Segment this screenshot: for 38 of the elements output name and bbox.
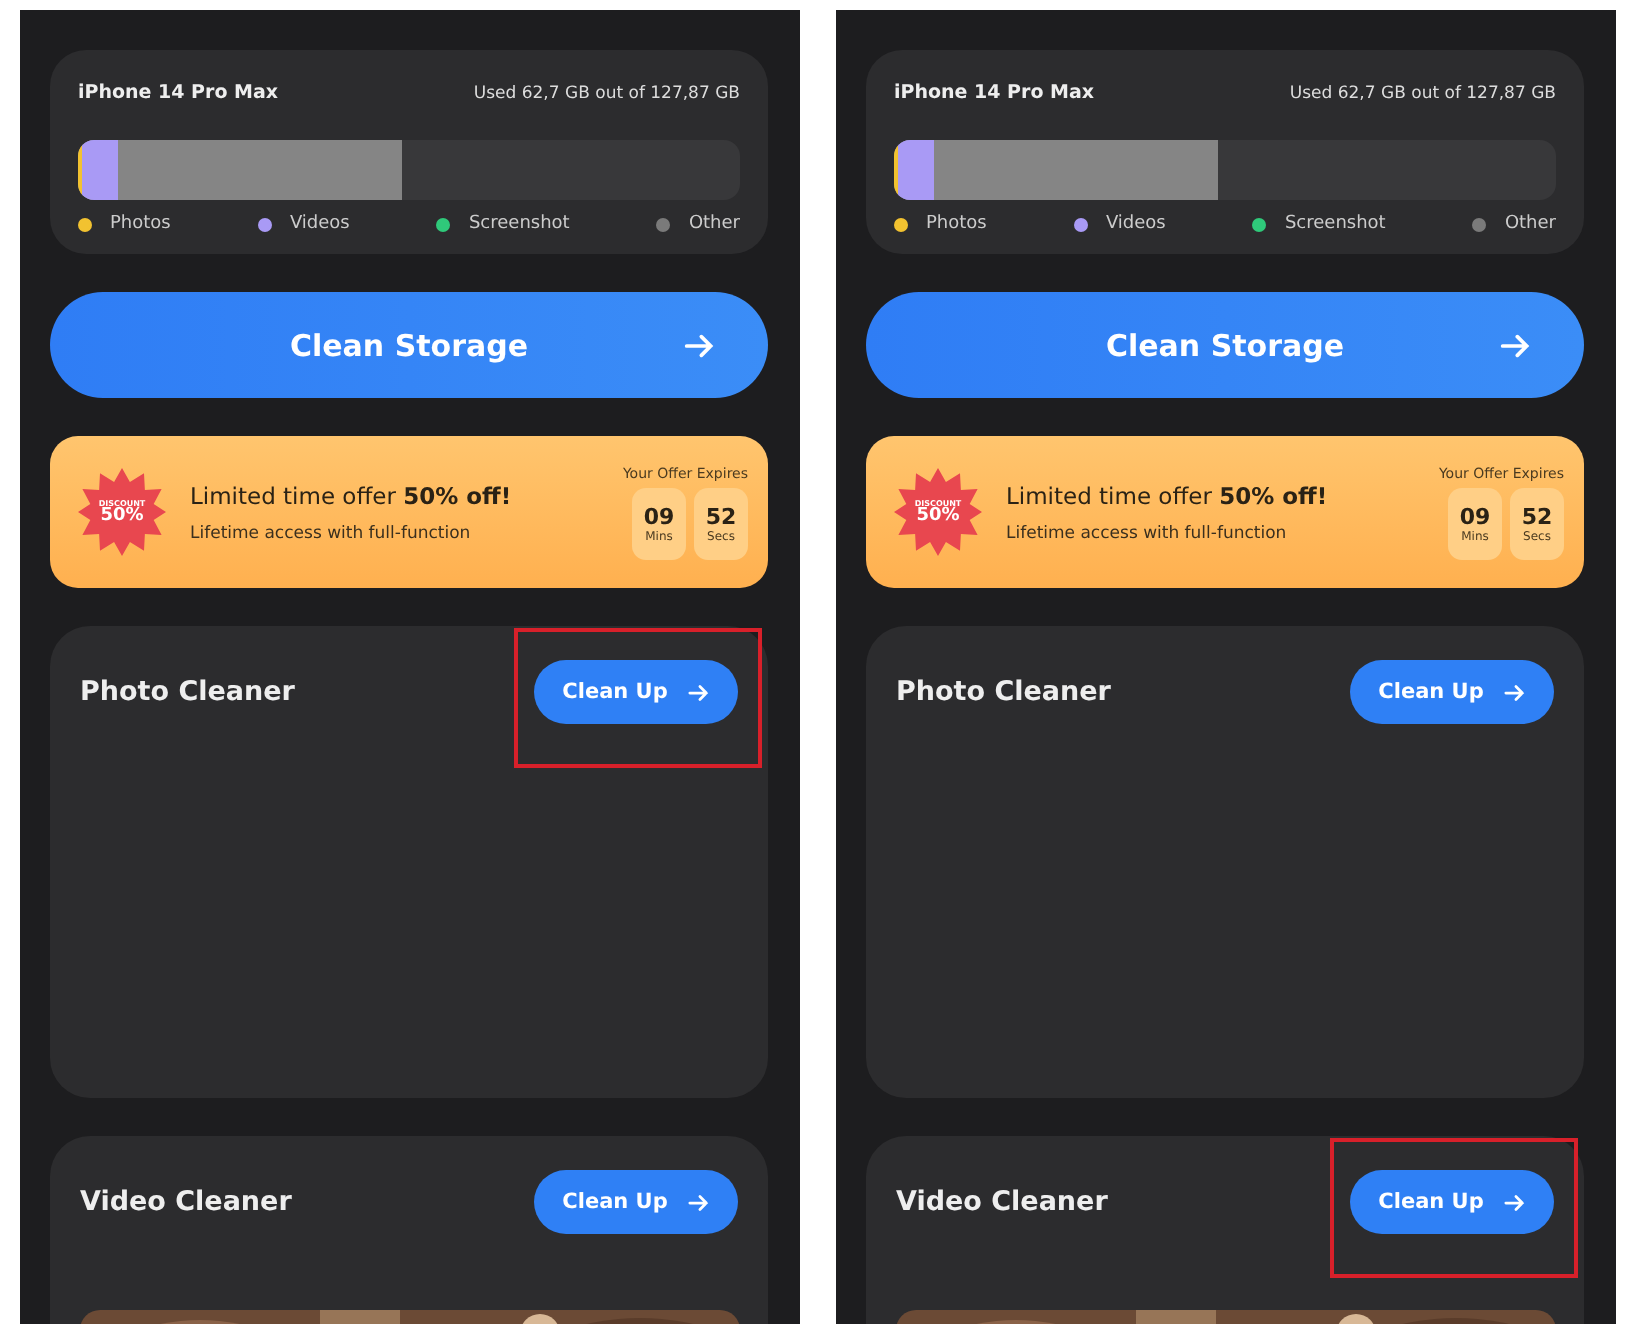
timer-value: 09 [1459,503,1491,529]
card-title: Video Cleaner [896,1186,1108,1218]
badge-value: 50% [916,508,960,526]
legend-label: Other [1504,214,1556,234]
timer-value: 52 [1521,503,1553,529]
legend-label: Screenshot [1284,214,1386,234]
arrow-icon [687,1191,710,1213]
legend-label: Other [688,214,740,234]
arrow-icon [687,681,710,703]
legend-label: Photos [926,214,987,234]
card-title: Photo Cleaner [80,676,295,708]
badge-value: 50% [100,508,144,526]
clean-up-button[interactable]: Clean Up [534,1170,738,1234]
arrow-icon [684,330,716,362]
timer-value: 09 [643,503,675,529]
legend-label: Videos [289,214,350,234]
device-name: iPhone 14 Pro Max [78,82,279,104]
clean-up-button[interactable]: Clean Up [1350,1170,1554,1234]
legend-label: Screenshot [468,214,570,234]
arrow-icon [1503,681,1526,703]
offer-headline: Limited time offer 50% off! [190,481,514,509]
storage-usage: Used 62,7 GB out of 127,87 GB [473,83,740,103]
storage-usage: Used 62,7 GB out of 127,87 GB [1289,83,1556,103]
offer-headline: Limited time offer 50% off! [1006,481,1330,509]
arrow-icon [1503,1191,1526,1213]
timer-value: 52 [705,503,737,529]
legend-label: Photos [110,214,171,234]
clean-storage-button[interactable]: Clean Storage [866,292,1584,398]
offer-subline: Lifetime access with full-function [1006,523,1289,543]
clean-up-button[interactable]: Clean Up [1350,660,1554,724]
device-name: iPhone 14 Pro Max [894,82,1095,104]
arrow-icon [1500,330,1532,362]
offer-subline: Lifetime access with full-function [190,523,473,543]
legend-label: Videos [1105,214,1166,234]
card-title: Photo Cleaner [896,676,1111,708]
clean-up-button[interactable]: Clean Up [534,660,738,724]
clean-storage-button[interactable]: Clean Storage [50,292,768,398]
card-title: Video Cleaner [80,1186,292,1218]
